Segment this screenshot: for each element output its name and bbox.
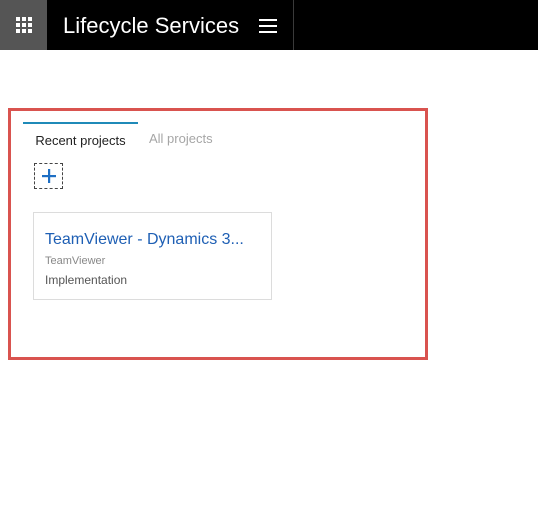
plus-icon (41, 169, 56, 183)
project-owner: TeamViewer (45, 255, 106, 267)
tab-all-projects[interactable]: All projects (149, 122, 213, 152)
project-tile[interactable]: TeamViewer - Dynamics 3... TeamViewer Im… (33, 212, 272, 300)
app-launcher-button[interactable] (0, 0, 47, 50)
tab-recent-projects[interactable]: Recent projects (23, 122, 138, 154)
waffle-icon (15, 17, 32, 33)
topbar-divider (293, 0, 294, 50)
project-name[interactable]: TeamViewer - Dynamics 3... (45, 231, 265, 249)
app-title[interactable]: Lifecycle Services (63, 13, 239, 39)
project-type: Implementation (45, 273, 128, 287)
top-bar: Lifecycle Services (0, 0, 538, 50)
add-project-button[interactable] (34, 163, 63, 189)
hamburger-icon[interactable] (252, 15, 284, 37)
